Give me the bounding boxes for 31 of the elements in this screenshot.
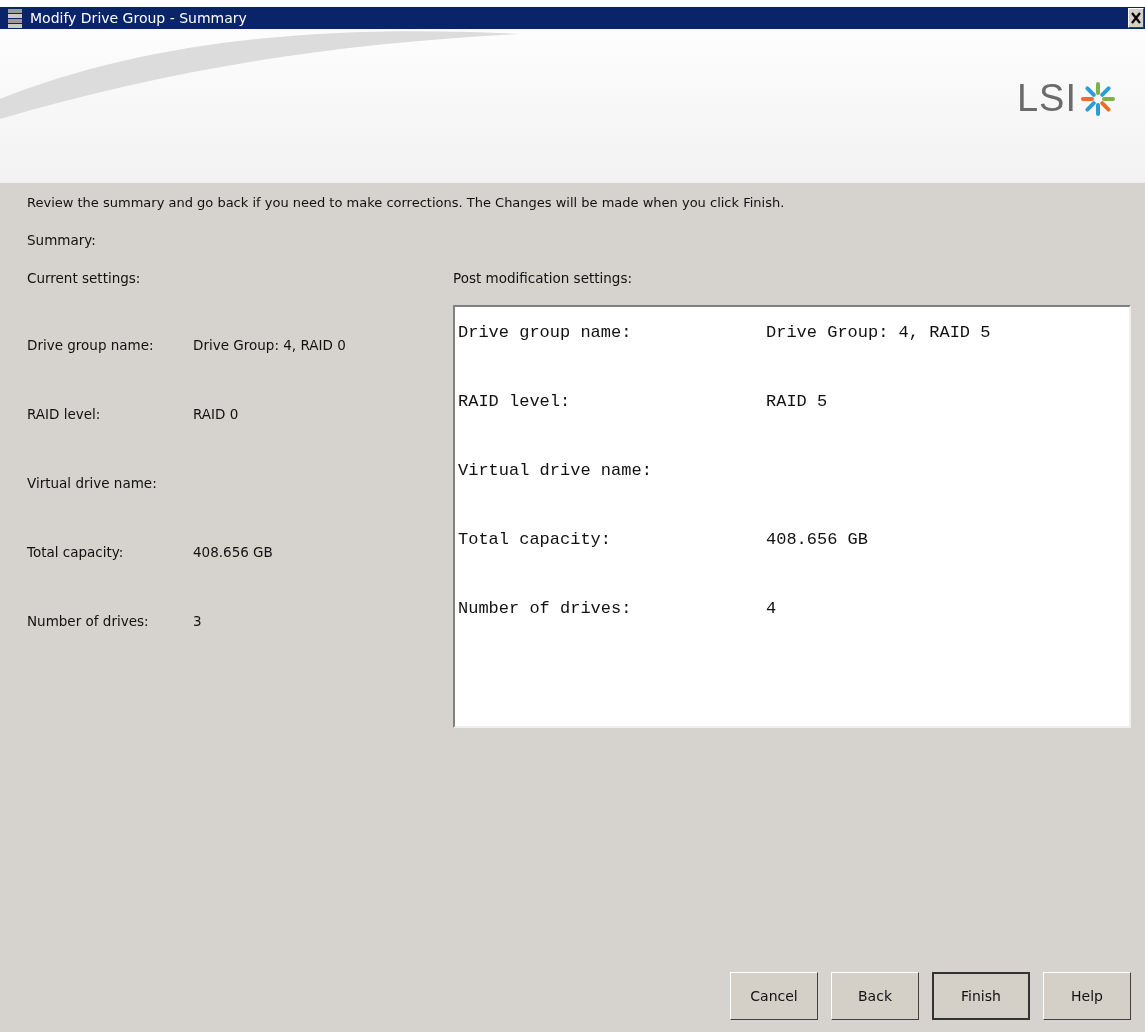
summary-label: Summary: (27, 232, 97, 248)
dialog-button[interactable]: Help (1043, 972, 1131, 1020)
field-value: Drive Group: 4, RAID 5 (766, 323, 991, 343)
instruction-text: Review the summary and go back if you need to make corrections. The Changes will be made when you click Finish. (27, 195, 786, 210)
field-label: Drive group name: (458, 323, 633, 343)
field-value: 3 (193, 613, 202, 631)
close-button[interactable] (1128, 8, 1144, 28)
field-value: 4 (766, 599, 777, 619)
field-label: RAID level: (27, 406, 102, 424)
dialog-button[interactable]: Finish (932, 972, 1030, 1020)
dialog-button[interactable]: Cancel (730, 972, 818, 1020)
field-label: RAID level: (458, 392, 572, 412)
starburst-logo-icon (1081, 81, 1115, 116)
section-heading: Current settings: (27, 270, 142, 288)
section-heading: Post modification settings: (453, 270, 633, 288)
field-label: Number of drives: (27, 613, 150, 631)
field-value: RAID 5 (766, 392, 828, 412)
field-value: 408.656 GB (766, 530, 869, 550)
field-label: Total capacity: (458, 530, 613, 550)
logo-text: LSI (1016, 77, 1077, 120)
field-value: 408.656 GB (193, 544, 273, 562)
field-label: Drive group name: (27, 337, 155, 355)
dialog-button[interactable]: Back (831, 972, 919, 1020)
field-label: Total capacity: (27, 544, 125, 562)
field-value: RAID 0 (193, 406, 239, 424)
field-label: Virtual drive name: (458, 461, 653, 481)
field-label: Number of drives: (458, 599, 633, 619)
field-value: Drive Group: 4, RAID 0 (193, 337, 346, 355)
drive-stack-icon (8, 8, 22, 28)
field-label: Virtual drive name: (27, 475, 158, 493)
window-title: Modify Drive Group - Summary (30, 10, 248, 26)
